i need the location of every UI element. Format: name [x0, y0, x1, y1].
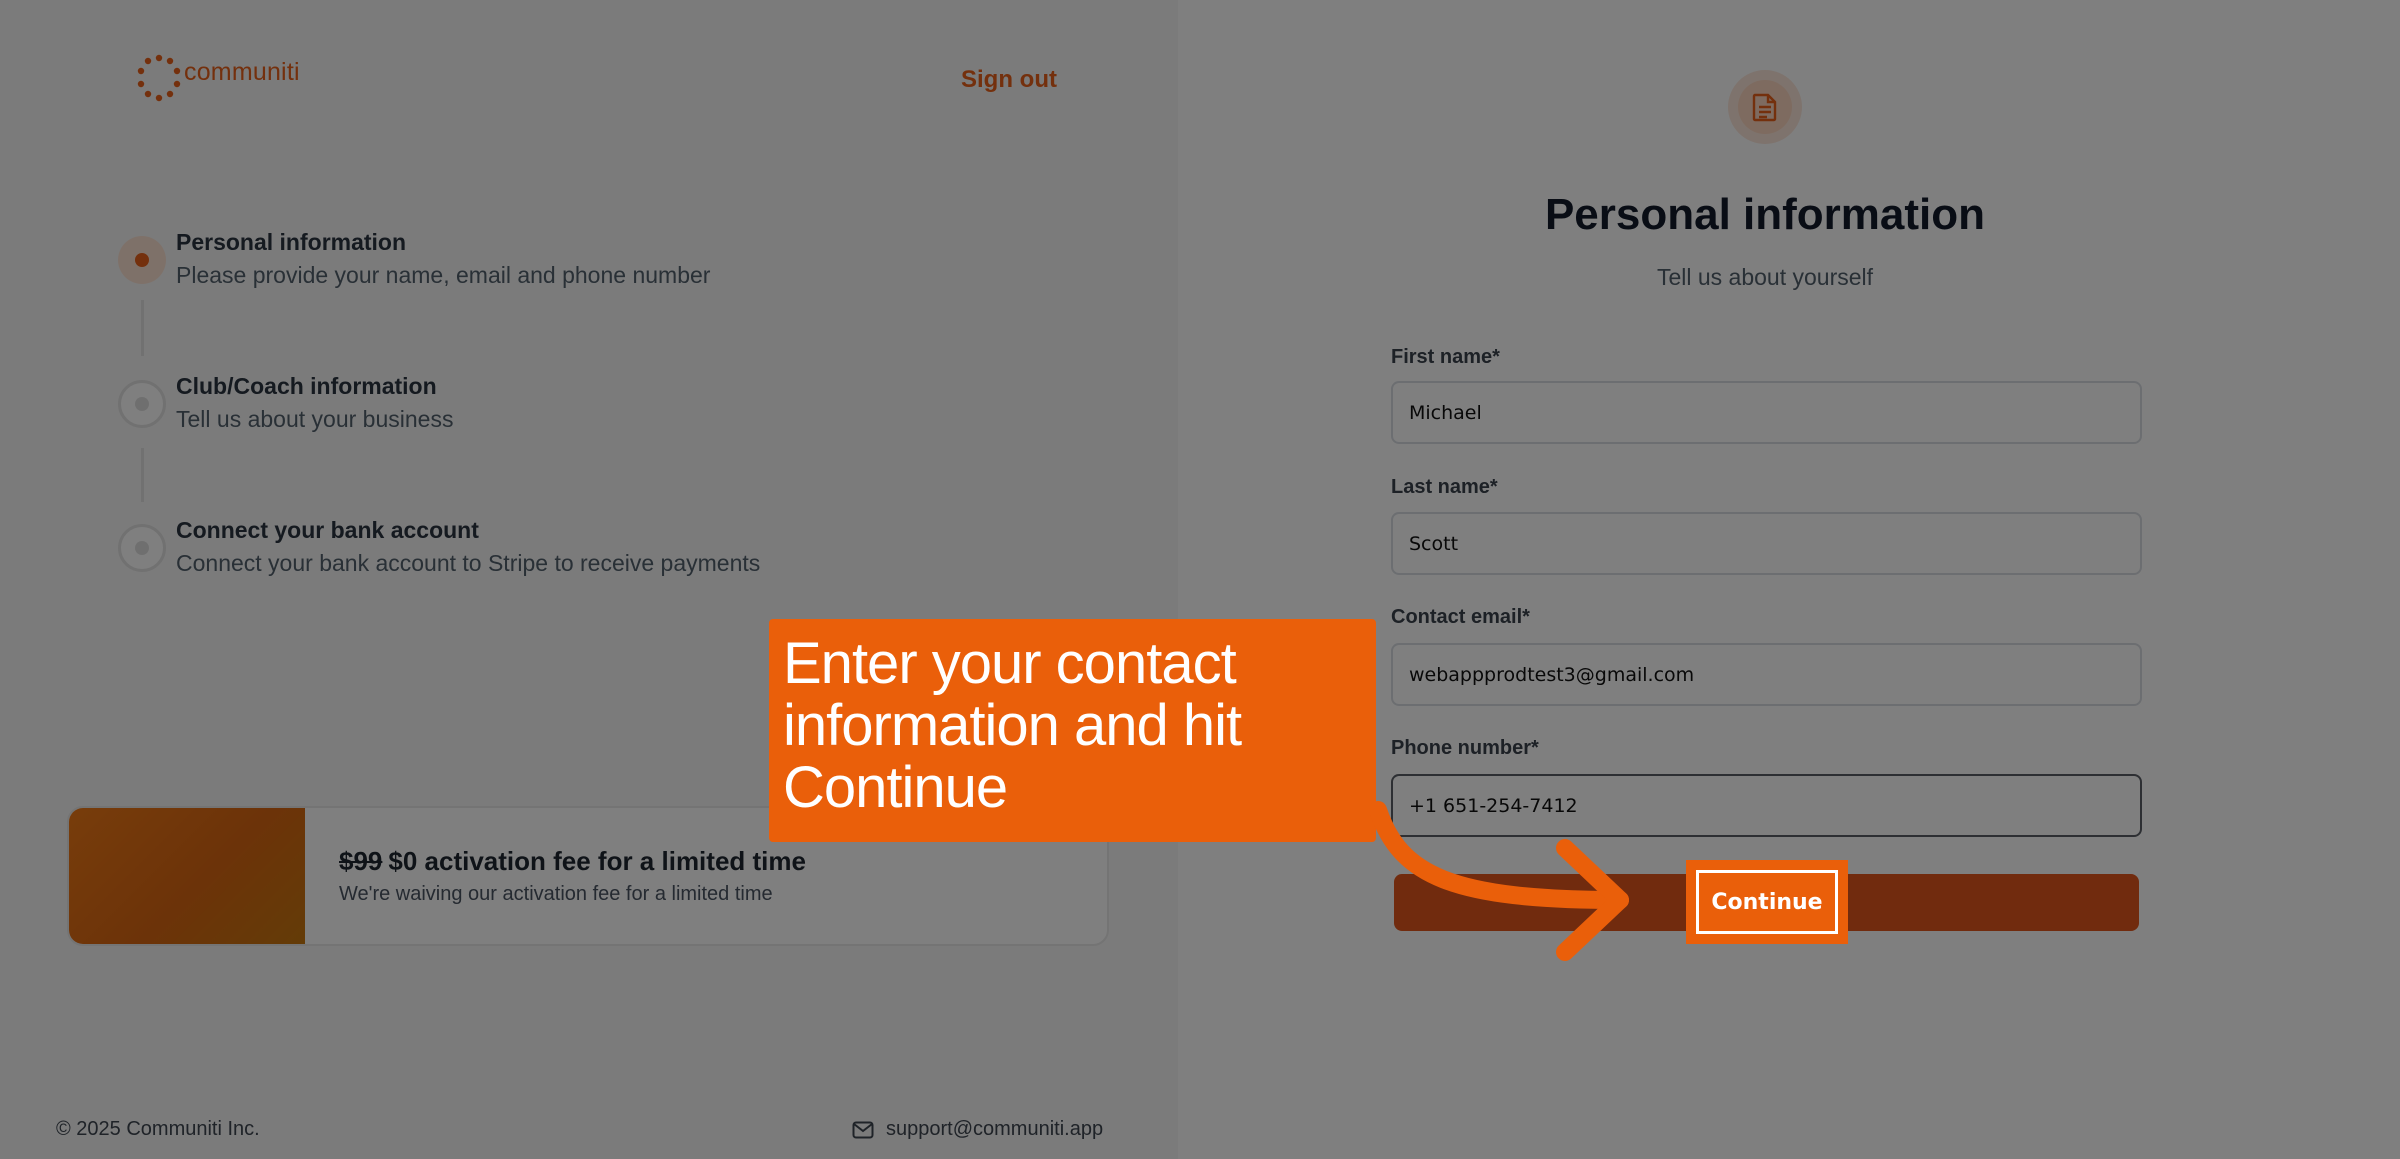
- step-club-coach-information[interactable]: Club/Coach information Tell us about you…: [118, 370, 453, 436]
- form-subtitle: Tell us about yourself: [1656, 264, 1874, 290]
- last-name-input[interactable]: [1391, 512, 2142, 575]
- promo-title-text: $0 activation fee for a limited time: [388, 846, 806, 876]
- copyright-text: © 2025 Communiti Inc.: [56, 1118, 260, 1140]
- step-active-indicator: [118, 236, 166, 284]
- step-personal-information[interactable]: Personal information Please provide your…: [118, 226, 710, 292]
- step-description: Tell us about your business: [176, 406, 454, 432]
- contact-email-input[interactable]: [1391, 643, 2142, 706]
- step-description: Connect your bank account to Stripe to r…: [176, 550, 761, 576]
- right-panel: [1178, 0, 2400, 1159]
- last-name-label: Last name*: [1391, 476, 1498, 498]
- step-description: Please provide your name, email and phon…: [176, 262, 711, 288]
- first-name-input[interactable]: [1391, 381, 2142, 444]
- support-email-text: support@communiti.app: [886, 1118, 1104, 1140]
- promo-title: $99 $0 activation fee for a limited time: [339, 846, 806, 877]
- form-title: Personal information: [1544, 190, 1986, 239]
- instruction-callout: Enter your contact information and hit C…: [769, 619, 1376, 842]
- promo-subtitle: We're waiving our activation fee for a l…: [339, 883, 773, 905]
- contact-email-label: Contact email*: [1391, 606, 1530, 628]
- step-title: Club/Coach information: [176, 373, 437, 399]
- logo-text: communiti: [184, 58, 300, 86]
- pointer-arrow-icon: [1370, 801, 1629, 961]
- step-title: Connect your bank account: [176, 517, 479, 543]
- sign-out-link[interactable]: Sign out: [961, 66, 1057, 94]
- continue-highlight[interactable]: Continue: [1686, 860, 1848, 944]
- step-connector: [141, 448, 144, 502]
- mail-icon: [852, 1121, 874, 1138]
- logo-ring-icon: [137, 54, 181, 102]
- form-icon-badge: [1728, 70, 1802, 144]
- step-pending-indicator: [118, 524, 166, 572]
- support-email-link[interactable]: support@communiti.app: [852, 1118, 1103, 1141]
- promo-old-price: $99: [339, 846, 383, 876]
- communiti-logo[interactable]: communiti: [136, 54, 300, 102]
- step-title: Personal information: [176, 229, 407, 255]
- callout-text: Enter your contact information and hit C…: [783, 631, 1242, 820]
- step-connect-bank-account[interactable]: Connect your bank account Connect your b…: [118, 514, 760, 580]
- left-panel: communiti Sign out Personal information …: [0, 0, 1178, 1159]
- first-name-label: First name*: [1391, 346, 1500, 368]
- phone-number-label: Phone number*: [1391, 737, 1539, 759]
- promo-image: [69, 808, 305, 944]
- highlight-label: Continue: [1696, 870, 1838, 934]
- step-connector: [141, 300, 144, 356]
- step-pending-indicator: [118, 380, 166, 428]
- document-icon: [1752, 93, 1777, 122]
